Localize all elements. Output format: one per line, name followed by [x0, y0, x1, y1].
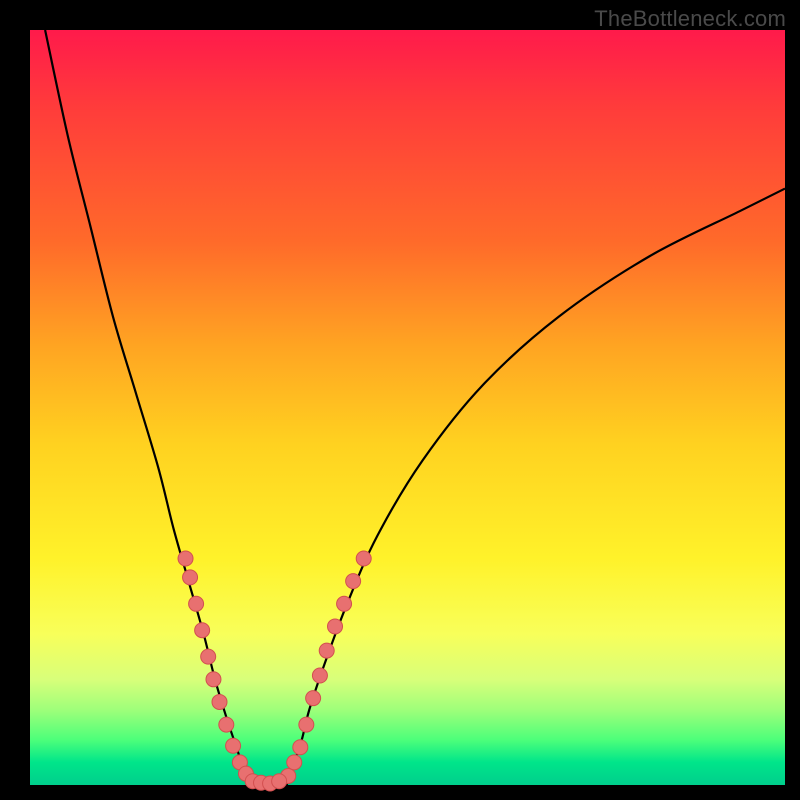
- right-curve: [287, 189, 785, 785]
- highlight-dot: [337, 596, 352, 611]
- highlight-dot: [293, 740, 308, 755]
- highlight-dot: [201, 649, 216, 664]
- highlight-dot: [206, 672, 221, 687]
- highlight-dot: [299, 717, 314, 732]
- highlight-dot: [306, 691, 321, 706]
- highlight-dot: [195, 623, 210, 638]
- highlight-dots-bottom: [245, 774, 286, 791]
- highlight-dot: [346, 574, 361, 589]
- highlight-dot: [226, 738, 241, 753]
- highlight-dot: [319, 643, 334, 658]
- highlight-dot: [312, 668, 327, 683]
- highlight-dots-right: [281, 551, 372, 783]
- highlight-dot: [272, 774, 287, 789]
- highlight-dot: [287, 755, 302, 770]
- highlight-dot: [356, 551, 371, 566]
- curves-svg: [30, 30, 785, 785]
- highlight-dot: [178, 551, 193, 566]
- watermark-label: TheBottleneck.com: [594, 6, 786, 32]
- highlight-dot: [189, 596, 204, 611]
- highlight-dot: [328, 619, 343, 634]
- plot-area: [30, 30, 785, 785]
- highlight-dot: [183, 570, 198, 585]
- highlight-dot: [212, 694, 227, 709]
- chart-frame: TheBottleneck.com: [0, 0, 800, 800]
- left-curve: [45, 30, 249, 785]
- highlight-dot: [219, 717, 234, 732]
